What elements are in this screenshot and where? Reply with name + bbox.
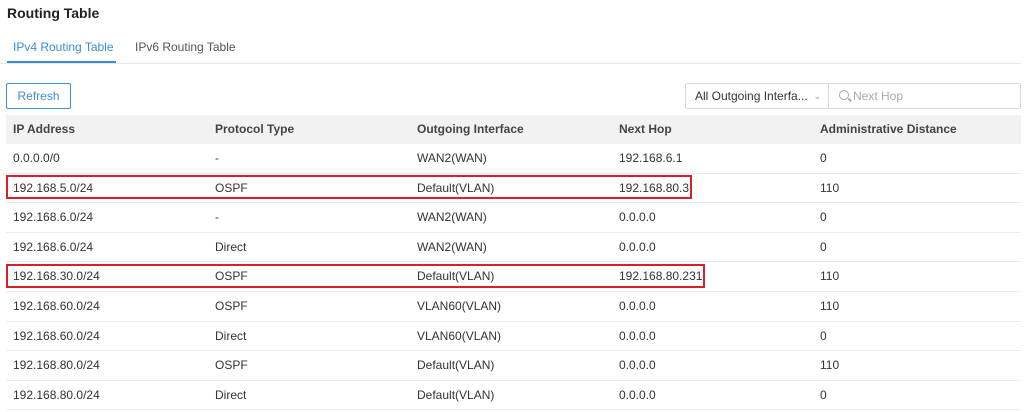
search-icon	[839, 90, 849, 100]
cell-ip-address: 0.0.0.0/0	[13, 151, 60, 165]
header-ip-address[interactable]: IP Address	[6, 115, 208, 144]
cell-protocol-type: OSPF	[215, 269, 248, 284]
cell-protocol-type: Direct	[215, 328, 247, 343]
cell-outgoing-interface: VLAN60(VLAN)	[417, 298, 502, 313]
cell-next-hop: 0.0.0.0	[619, 210, 656, 225]
header-protocol-type[interactable]: Protocol Type	[208, 115, 410, 144]
next-hop-search-input[interactable]	[853, 87, 1013, 105]
cell-outgoing-interface: WAN2(WAN)	[417, 151, 487, 165]
page-title: Routing Table	[7, 5, 100, 21]
cell-outgoing-interface: WAN2(WAN)	[417, 210, 487, 225]
header-outgoing-interface[interactable]: Outgoing Interface	[410, 115, 612, 144]
cell-next-hop: 192.168.80.3	[619, 180, 690, 195]
cell-next-hop: 192.168.80.231	[619, 269, 703, 284]
tab-ipv6-routing-table[interactable]: IPv6 Routing Table	[135, 40, 236, 64]
table-row[interactable]: 0.0.0.0/0 - WAN2(WAN) 192.168.6.1 0	[6, 144, 1021, 174]
cell-protocol-type: OSPF	[215, 180, 248, 195]
cell-administrative-distance: 0	[820, 328, 827, 343]
cell-administrative-distance: 110	[820, 298, 840, 313]
cell-next-hop: 0.0.0.0	[619, 358, 656, 373]
outgoing-interface-select-value: All Outgoing Interfa...	[695, 89, 808, 103]
table-row[interactable]: 192.168.60.0/24 Direct VLAN60(VLAN) 0.0.0.0…	[6, 322, 1021, 352]
cell-next-hop: 0.0.0.0	[619, 298, 656, 313]
cell-ip-address: 192.168.30.0/24	[13, 269, 100, 284]
header-next-hop[interactable]: Next Hop	[612, 115, 813, 144]
cell-administrative-distance: 0	[820, 151, 827, 165]
chevron-down-icon: ⌄	[813, 91, 821, 101]
cell-administrative-distance: 0	[820, 210, 827, 225]
cell-outgoing-interface: Default(VLAN)	[417, 269, 495, 284]
refresh-button[interactable]: Refresh	[6, 83, 71, 109]
cell-next-hop: 0.0.0.0	[619, 239, 656, 254]
table-body: 0.0.0.0/0 - WAN2(WAN) 192.168.6.1 0 192.168.5…	[6, 144, 1021, 411]
tab-bar: IPv4 Routing Table IPv6 Routing Table	[0, 36, 1021, 64]
table-row[interactable]: 192.168.80.0/24 Direct Default(VLAN) 0.0.0.…	[6, 381, 1021, 411]
table-row[interactable]: 192.168.30.0/24 OSPF Default(VLAN) 192.168.…	[6, 262, 1021, 292]
cell-outgoing-interface: VLAN60(VLAN)	[417, 328, 502, 343]
cell-protocol-type: Direct	[215, 387, 247, 402]
cell-ip-address: 192.168.80.0/24	[13, 358, 100, 373]
cell-administrative-distance: 0	[820, 387, 827, 402]
cell-administrative-distance: 110	[820, 358, 840, 373]
header-administrative-distance[interactable]: Administrative Distance	[813, 115, 1021, 144]
cell-protocol-type: OSPF	[215, 298, 248, 313]
table-row[interactable]: 192.168.6.0/24 - WAN2(WAN) 0.0.0.0 0	[6, 203, 1021, 233]
cell-protocol-type: -	[215, 210, 219, 225]
next-hop-search[interactable]	[828, 83, 1021, 109]
cell-ip-address: 192.168.6.0/24	[13, 210, 94, 225]
cell-administrative-distance: 110	[820, 180, 840, 195]
cell-outgoing-interface: Default(VLAN)	[417, 358, 495, 373]
cell-outgoing-interface: WAN2(WAN)	[417, 239, 487, 254]
outgoing-interface-select[interactable]: All Outgoing Interfa... ⌄	[685, 83, 829, 109]
cell-ip-address: 192.168.60.0/24	[13, 328, 100, 343]
active-tab-indicator	[7, 61, 116, 63]
cell-outgoing-interface: Default(VLAN)	[417, 180, 495, 195]
table-row[interactable]: 192.168.6.0/24 Direct WAN2(WAN) 0.0.0.0 0	[6, 233, 1021, 263]
cell-ip-address: 192.168.60.0/24	[13, 298, 100, 313]
cell-administrative-distance: 110	[820, 269, 840, 284]
table-row[interactable]: 192.168.80.0/24 OSPF Default(VLAN) 0.0.0.0 1…	[6, 351, 1021, 381]
cell-next-hop: 0.0.0.0	[619, 328, 656, 343]
cell-next-hop: 192.168.6.1	[619, 151, 683, 165]
cell-protocol-type: Direct	[215, 239, 247, 254]
cell-next-hop: 0.0.0.0	[619, 387, 656, 402]
cell-ip-address: 192.168.5.0/24	[13, 180, 94, 195]
cell-protocol-type: OSPF	[215, 358, 248, 373]
routing-table: IP Address Protocol Type Outgoing Interf…	[6, 115, 1021, 411]
cell-administrative-distance: 0	[820, 239, 827, 254]
table-row[interactable]: 192.168.60.0/24 OSPF VLAN60(VLAN) 0.0.0.0 11…	[6, 292, 1021, 322]
table-header: IP Address Protocol Type Outgoing Interf…	[6, 115, 1021, 144]
cell-outgoing-interface: Default(VLAN)	[417, 387, 495, 402]
cell-ip-address: 192.168.80.0/24	[13, 387, 100, 402]
cell-ip-address: 192.168.6.0/24	[13, 239, 94, 254]
table-row[interactable]: 192.168.5.0/24 OSPF Default(VLAN) 192.168.8…	[6, 174, 1021, 204]
cell-protocol-type: -	[215, 151, 219, 165]
